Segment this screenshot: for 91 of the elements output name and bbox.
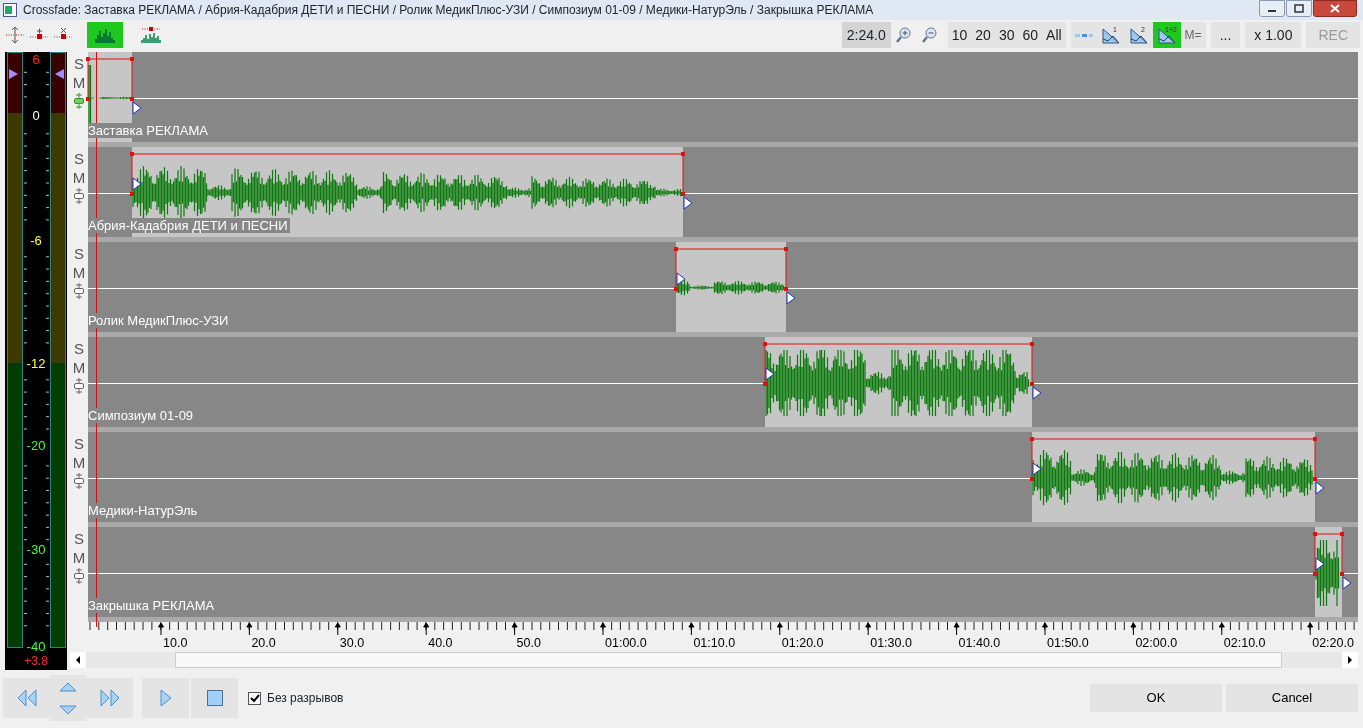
duration-value: 2:24.0 xyxy=(841,22,891,48)
solo-button[interactable]: S xyxy=(74,54,84,73)
time-label: 30.0 xyxy=(339,636,365,650)
fader-icon[interactable] xyxy=(73,187,85,205)
app-icon xyxy=(3,3,17,17)
zoom-preset-button[interactable]: 30 xyxy=(994,22,1019,48)
fader-icon[interactable] xyxy=(73,92,85,110)
scroll-right-button[interactable] xyxy=(1342,652,1358,668)
mute-button[interactable]: M xyxy=(72,263,86,282)
ok-button[interactable]: OK xyxy=(1090,684,1222,712)
time-label: 02:00.0 xyxy=(1135,636,1178,650)
track-name: Ролик МедикПлюс-УЗИ xyxy=(88,313,231,328)
mono-button[interactable]: M= xyxy=(1180,22,1206,48)
time-label: 20.0 xyxy=(251,636,276,650)
envelope-line[interactable] xyxy=(1313,532,1344,576)
track-name: Абрия-Кадабрия ДЕТИ и ПЕСНИ xyxy=(88,218,290,233)
close-icon xyxy=(1330,4,1340,13)
check-icon xyxy=(249,693,260,703)
fade-marker-icon[interactable] xyxy=(1032,462,1042,476)
fade-marker-icon[interactable] xyxy=(132,177,142,191)
solo-button[interactable]: S xyxy=(74,244,84,263)
stop-icon xyxy=(206,690,223,706)
dotted-line-arrows-icon xyxy=(5,25,25,45)
waveform-marker-icon xyxy=(141,25,161,45)
track-name: Симпозиум 01-09 xyxy=(88,408,196,423)
left-arrow-icon xyxy=(75,656,81,664)
solo-button[interactable]: S xyxy=(74,149,84,168)
time-label: 01:50.0 xyxy=(1047,636,1089,650)
solo-button[interactable]: S xyxy=(74,339,84,358)
time-label: 01:10.0 xyxy=(693,636,736,650)
mute-button[interactable]: M xyxy=(72,548,86,567)
scrollbar-thumb[interactable] xyxy=(175,652,1282,668)
scroll-left-button[interactable] xyxy=(70,652,86,668)
time-label: 01:20.0 xyxy=(781,636,824,650)
time-label: 10.0 xyxy=(163,636,188,650)
minimize-button[interactable] xyxy=(1259,0,1285,17)
right-arrow-icon xyxy=(1347,656,1353,664)
fade-marker-icon[interactable] xyxy=(765,367,775,381)
time-label: 01:30.0 xyxy=(870,636,912,650)
meter-scale-label: -40 xyxy=(26,639,46,654)
cancel-button[interactable]: Cancel xyxy=(1226,684,1358,712)
fader-icon[interactable] xyxy=(73,472,85,490)
maximize-icon xyxy=(1294,4,1304,13)
close-button[interactable] xyxy=(1313,0,1357,17)
time-label: 02:10.0 xyxy=(1223,636,1266,650)
time-label: 01:40.0 xyxy=(958,636,1001,650)
speed-button[interactable]: x 1.00 xyxy=(1245,22,1302,48)
meter-scale-label: -30 xyxy=(26,542,46,557)
fader-icon[interactable] xyxy=(73,567,85,585)
meter-scale-label: 0 xyxy=(32,108,40,123)
time-label: 40.0 xyxy=(428,636,453,650)
down-arrow-icon xyxy=(59,704,77,715)
zoom-preset-button[interactable]: 60 xyxy=(1018,22,1043,48)
zoom-in-icon xyxy=(894,26,913,44)
zoom-out-icon xyxy=(920,26,939,44)
waveform-drawing xyxy=(1315,540,1342,606)
meter-scale-label: -6 xyxy=(30,233,42,248)
zoom-preset-button[interactable]: 10 xyxy=(947,22,972,48)
track-name: Закрышка РЕКЛАМА xyxy=(88,598,217,613)
window-title: Crossfade: Заставка РЕКЛАМА / Абрия-Кадабрия ДЕТИ и ПЕСНИ / Ролик МедикПлюс-УЗИ / Симпозиум 01-09 / Медики-НатурЭль / Закрышка РЕКЛАМА xyxy=(23,2,874,19)
maximize-button[interactable] xyxy=(1286,0,1312,17)
meter-scale-label: -12 xyxy=(26,356,46,371)
zoom-preset-button[interactable]: 20 xyxy=(971,22,995,48)
up-arrow-icon xyxy=(59,681,77,692)
fader-icon[interactable] xyxy=(73,377,85,395)
dotted-line-icon xyxy=(1074,33,1093,37)
track-name: Заставка РЕКЛАМА xyxy=(88,123,210,138)
level-meter-drawing: 6 0 -6 -12 -20 -30 -40 +3.8 xyxy=(5,52,67,670)
track-name: Медики-НатурЭль xyxy=(88,503,200,518)
time-label: 01:00.0 xyxy=(605,636,647,650)
fade-marker-icon[interactable] xyxy=(676,272,686,286)
solo-button[interactable]: S xyxy=(74,434,84,453)
time-label: 02:20.0 xyxy=(1312,636,1354,650)
fast-forward-icon xyxy=(98,689,121,707)
mute-button[interactable]: M xyxy=(72,358,86,377)
checkbox-label: Без разрывов xyxy=(267,690,344,707)
stop-button[interactable] xyxy=(191,678,238,718)
mute-button[interactable]: M xyxy=(72,453,86,472)
zoom-preset-button[interactable]: All xyxy=(1042,22,1066,48)
meter-scale-label: 6 xyxy=(32,52,40,67)
more-button[interactable]: ... xyxy=(1210,22,1241,48)
play-icon xyxy=(159,689,172,707)
meter-scale-label: -20 xyxy=(26,438,46,453)
seamless-checkbox[interactable] xyxy=(248,691,261,705)
rewind-icon xyxy=(15,689,38,707)
fader-icon[interactable] xyxy=(73,282,85,300)
mute-button[interactable]: M xyxy=(72,73,86,92)
fade-marker-icon[interactable] xyxy=(1315,557,1325,571)
mute-button[interactable]: M xyxy=(72,168,86,187)
solo-button[interactable]: S xyxy=(74,529,84,548)
time-label: 50.0 xyxy=(516,636,541,650)
